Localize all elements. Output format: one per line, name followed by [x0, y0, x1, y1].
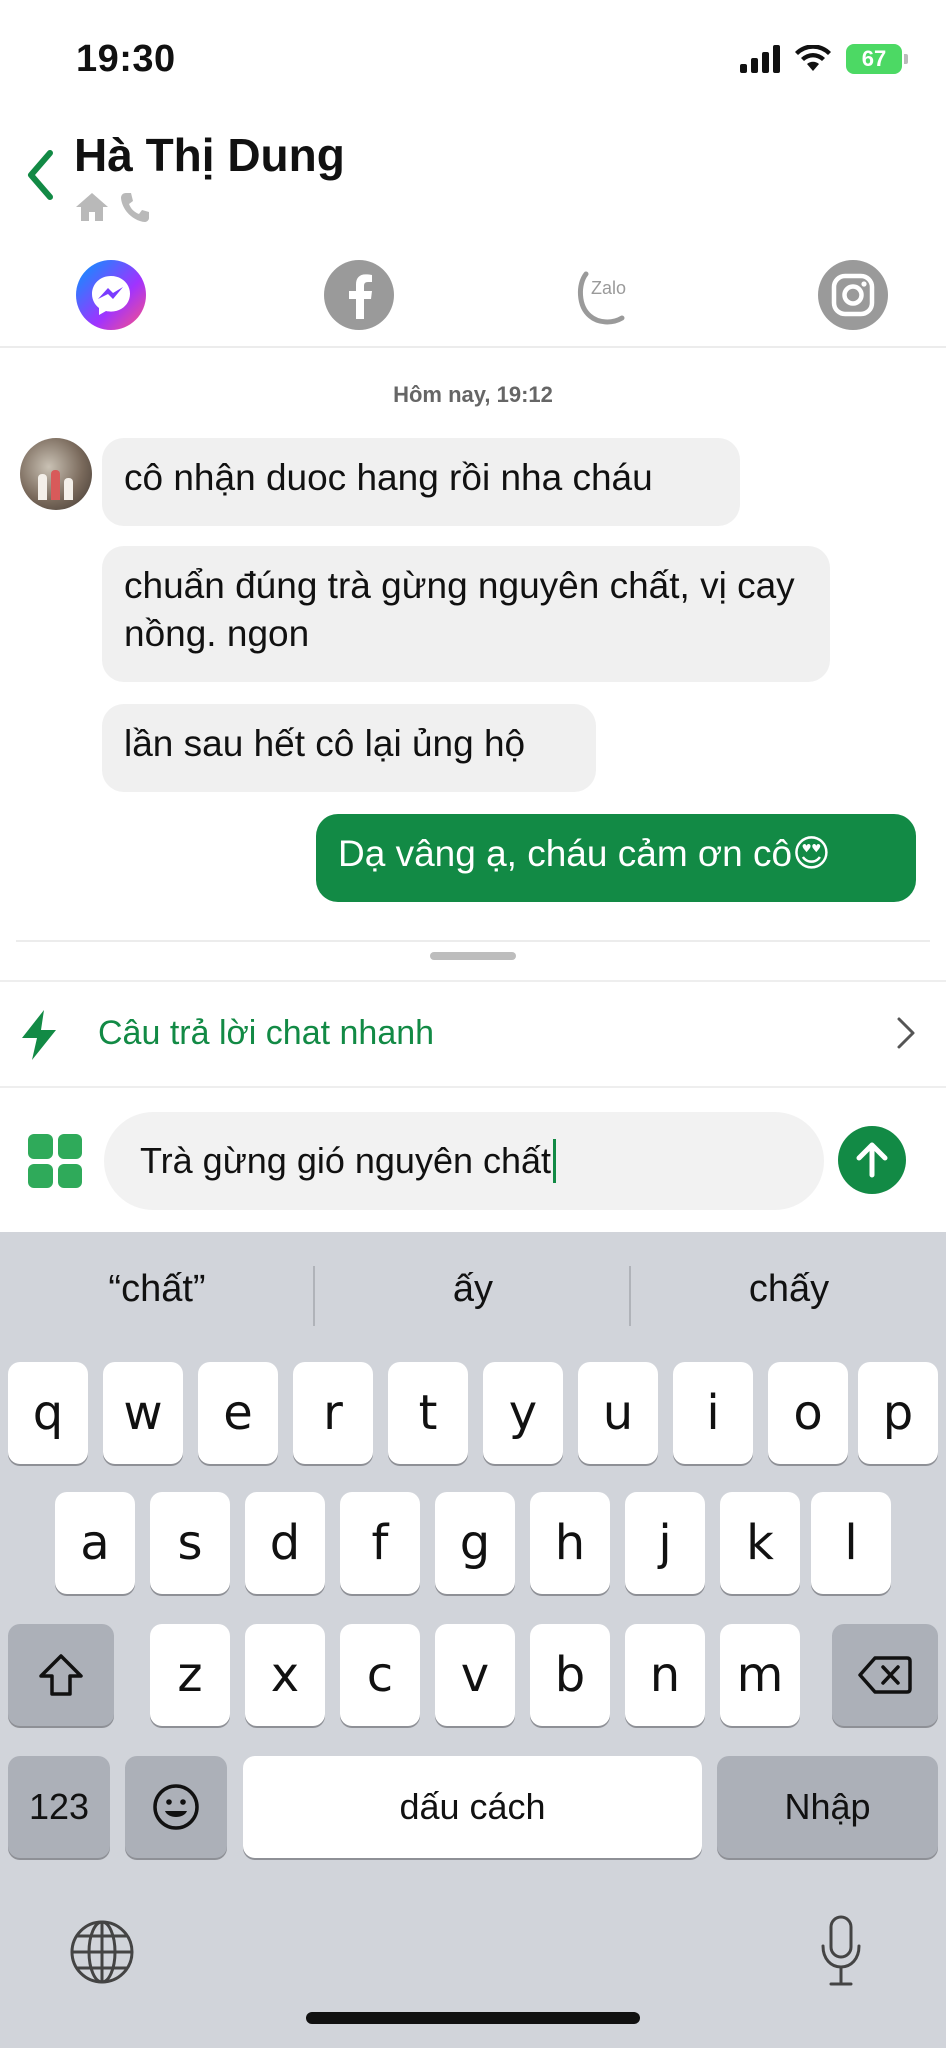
key-g[interactable]: g: [435, 1492, 515, 1594]
zalo-icon: Zalo: [578, 271, 626, 325]
key-d[interactable]: d: [245, 1492, 325, 1594]
key-o[interactable]: o: [768, 1362, 848, 1464]
suggestion-bar: “chất” ấy chấy: [0, 1232, 946, 1360]
cellular-signal-icon: [740, 45, 780, 73]
battery-level: 67: [861, 46, 887, 71]
wifi-icon: [795, 45, 831, 71]
drag-handle[interactable]: [430, 952, 516, 960]
key-r[interactable]: r: [293, 1362, 373, 1464]
message-input-text: Trà gừng gió nguyên chất: [140, 1140, 552, 1181]
back-button[interactable]: [18, 145, 62, 205]
message-input[interactable]: Trà gừng gió nguyên chất: [104, 1112, 824, 1210]
key-m[interactable]: m: [720, 1624, 800, 1726]
incoming-message[interactable]: cô nhận duoc hang rồi nha cháu: [102, 438, 740, 526]
outgoing-message[interactable]: Dạ vâng ạ, cháu cảm ơn cô😍: [316, 814, 916, 902]
key-p[interactable]: p: [858, 1362, 938, 1464]
facebook-icon: [349, 274, 372, 319]
zalo-channel[interactable]: Zalo: [572, 260, 642, 330]
key-u[interactable]: u: [578, 1362, 658, 1464]
shift-key[interactable]: [8, 1624, 114, 1726]
shift-icon: [39, 1654, 83, 1696]
key-e[interactable]: e: [198, 1362, 278, 1464]
suggestion-3[interactable]: chấy: [632, 1268, 946, 1311]
emoji-icon: [153, 1784, 199, 1830]
text-caret: [553, 1139, 557, 1183]
social-channels: Zalo: [0, 248, 946, 348]
divider: [313, 1266, 315, 1326]
suggestion-2[interactable]: ấy: [316, 1268, 630, 1311]
divider: [629, 1266, 631, 1326]
key-b[interactable]: b: [530, 1624, 610, 1726]
key-k[interactable]: k: [720, 1492, 800, 1594]
phone-icon[interactable]: [118, 190, 152, 224]
messenger-channel[interactable]: [76, 260, 146, 330]
home-icon[interactable]: [74, 191, 110, 223]
key-w[interactable]: w: [103, 1362, 183, 1464]
space-key[interactable]: dấu cách: [243, 1756, 702, 1858]
compose-bar: Trà gừng gió nguyên chất: [0, 1090, 946, 1232]
zalo-wordmark: Zalo: [591, 278, 626, 298]
send-arrow-icon: [856, 1142, 888, 1178]
globe-icon[interactable]: [68, 1918, 136, 1986]
backspace-key[interactable]: [832, 1624, 938, 1726]
status-bar: 19:30 67: [0, 0, 946, 120]
incoming-message[interactable]: lần sau hết cô lại ủng hộ: [102, 704, 596, 792]
incoming-message[interactable]: chuẩn đúng trà gừng nguyên chất, vị cay …: [102, 546, 830, 682]
chevron-right-icon: [897, 1017, 915, 1049]
quick-reply-label: Câu trả lời chat nhanh: [98, 1014, 435, 1052]
send-button[interactable]: [838, 1126, 906, 1194]
return-key[interactable]: Nhập: [717, 1756, 938, 1858]
contact-actions: [74, 190, 152, 224]
key-v[interactable]: v: [435, 1624, 515, 1726]
numbers-key[interactable]: 123: [8, 1756, 110, 1858]
key-t[interactable]: t: [388, 1362, 468, 1464]
quick-reply-row[interactable]: Câu trả lời chat nhanh: [0, 980, 946, 1088]
status-indicators: 67: [740, 44, 908, 74]
suggestion-1[interactable]: “chất”: [0, 1268, 314, 1311]
key-s[interactable]: s: [150, 1492, 230, 1594]
messenger-icon: [92, 276, 130, 315]
status-time: 19:30: [76, 38, 176, 80]
back-chevron-icon: [28, 150, 53, 200]
apps-grid-icon[interactable]: [28, 1134, 82, 1188]
key-j[interactable]: j: [625, 1492, 705, 1594]
key-c[interactable]: c: [340, 1624, 420, 1726]
contact-avatar[interactable]: [20, 438, 92, 510]
key-i[interactable]: i: [673, 1362, 753, 1464]
battery-icon: 67: [846, 44, 908, 74]
contact-name[interactable]: Hà Thị Dung: [74, 128, 345, 182]
instagram-channel[interactable]: [818, 260, 888, 330]
instagram-icon: [831, 273, 875, 317]
divider: [16, 940, 930, 942]
key-z[interactable]: z: [150, 1624, 230, 1726]
emoji-key[interactable]: [125, 1756, 227, 1858]
key-n[interactable]: n: [625, 1624, 705, 1726]
key-a[interactable]: a: [55, 1492, 135, 1594]
keyboard: “chất” ấy chấy q w e r t y u i o p a s d…: [0, 1232, 946, 2048]
chat-header: Hà Thị Dung: [0, 120, 946, 240]
backspace-icon: [858, 1656, 912, 1694]
key-y[interactable]: y: [483, 1362, 563, 1464]
home-indicator[interactable]: [306, 2012, 640, 2024]
facebook-channel[interactable]: [324, 260, 394, 330]
microphone-icon[interactable]: [818, 1914, 864, 1988]
key-l[interactable]: l: [811, 1492, 891, 1594]
date-separator: Hôm nay, 19:12: [393, 382, 553, 407]
chat-thread[interactable]: Hôm nay, 19:12 cô nhận duoc hang rồi nha…: [0, 350, 946, 942]
lightning-icon: [22, 1010, 56, 1060]
key-h[interactable]: h: [530, 1492, 610, 1594]
key-x[interactable]: x: [245, 1624, 325, 1726]
key-f[interactable]: f: [340, 1492, 420, 1594]
key-q[interactable]: q: [8, 1362, 88, 1464]
